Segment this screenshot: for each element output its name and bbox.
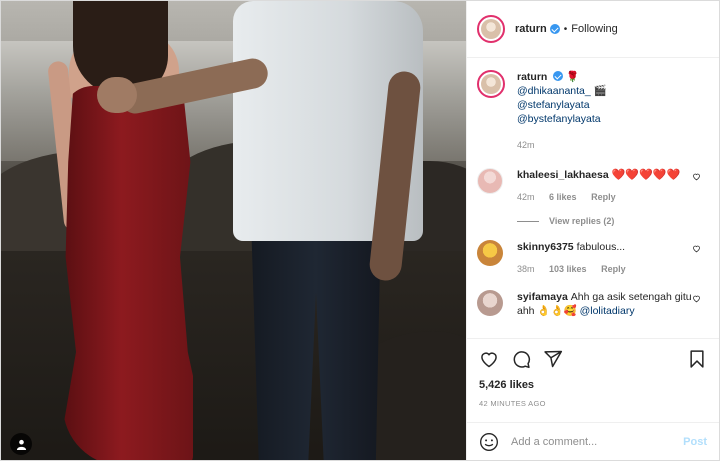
holding-hands [97,77,137,113]
emoji-icon[interactable] [479,432,499,452]
comment-username[interactable]: syifamaya [517,291,568,303]
comment-text: ❤️❤️❤️❤️❤️ [611,169,681,181]
comment-time[interactable]: 42m [517,192,535,202]
avatar[interactable] [477,240,503,266]
avatar-image [481,74,501,94]
comment-text: fabulous... [576,241,626,253]
avatar[interactable] [477,15,505,43]
post-photo[interactable] [1,1,466,460]
avatar[interactable] [477,290,503,316]
reply-button[interactable]: Reply [601,264,626,274]
following-button[interactable]: Following [571,23,617,35]
post-card: raturn • Following raturn 🌹 @dhikaananta… [0,0,720,461]
user-tag-icon [16,439,26,450]
list-item: skinny6375 fabulous... 38m 103 likes Repl… [477,240,709,290]
mention-link[interactable]: @stefanylayata [517,98,709,112]
likes-count[interactable]: 5,426 likes [479,379,707,391]
divider [517,220,539,222]
comment-time[interactable]: 38m [517,264,535,274]
caption-username[interactable]: raturn [517,71,547,83]
rose-emoji: 🌹 [566,71,580,83]
comment-username[interactable]: khaleesi_lakhaesa [517,169,609,181]
heart-icon[interactable] [692,294,701,303]
caption-time: 42m [517,140,535,150]
bookmark-icon[interactable] [687,349,707,369]
comment-icon[interactable] [511,349,531,369]
caption: raturn 🌹 @dhikaananta_ 🎬 @stefanylayata … [477,70,709,168]
reply-button[interactable]: Reply [591,192,616,202]
user-tag-button[interactable] [10,433,32,455]
mention-link[interactable]: @dhikaananta_ [517,85,591,97]
comment-likes[interactable]: 6 likes [549,192,577,202]
share-icon[interactable] [543,349,563,369]
heart-icon[interactable] [692,172,701,181]
comment-likes[interactable]: 103 likes [549,264,587,274]
list-item: syifamaya Ahh ga asik setengah gitu ahh 👌… [477,290,709,318]
header-username[interactable]: raturn [515,23,547,35]
clapper-emoji: 🎬 [593,85,607,97]
post-sidebar: raturn • Following raturn 🌹 @dhikaananta… [466,1,719,460]
comments-list[interactable]: raturn 🌹 @dhikaananta_ 🎬 @stefanylayata … [467,58,719,338]
mention-link[interactable]: @lolitadiary [580,305,635,317]
separator-dot: • [563,23,568,35]
avatar-image [481,19,501,39]
list-item: khaleesi_lakhaesa ❤️❤️❤️❤️❤️ 42m 6 likes … [477,168,709,218]
avatar[interactable] [477,168,503,194]
post-header: raturn • Following [467,1,719,58]
comment-composer: Add a comment... Post [467,422,719,460]
heart-icon[interactable] [692,244,701,253]
action-bar: 5,426 likes 42 MINUTES AGO [467,338,719,422]
comment-username[interactable]: skinny6375 [517,241,574,253]
posted-time: 42 MINUTES AGO [479,399,546,408]
avatar[interactable] [477,70,505,98]
verified-icon [553,71,564,81]
comment-input[interactable]: Add a comment... [511,436,683,448]
post-button[interactable]: Post [683,436,707,448]
verified-icon [549,24,560,34]
red-dress [63,86,193,460]
heart-icon[interactable] [479,349,499,369]
mention-link[interactable]: @bystefanylayata [517,112,709,126]
